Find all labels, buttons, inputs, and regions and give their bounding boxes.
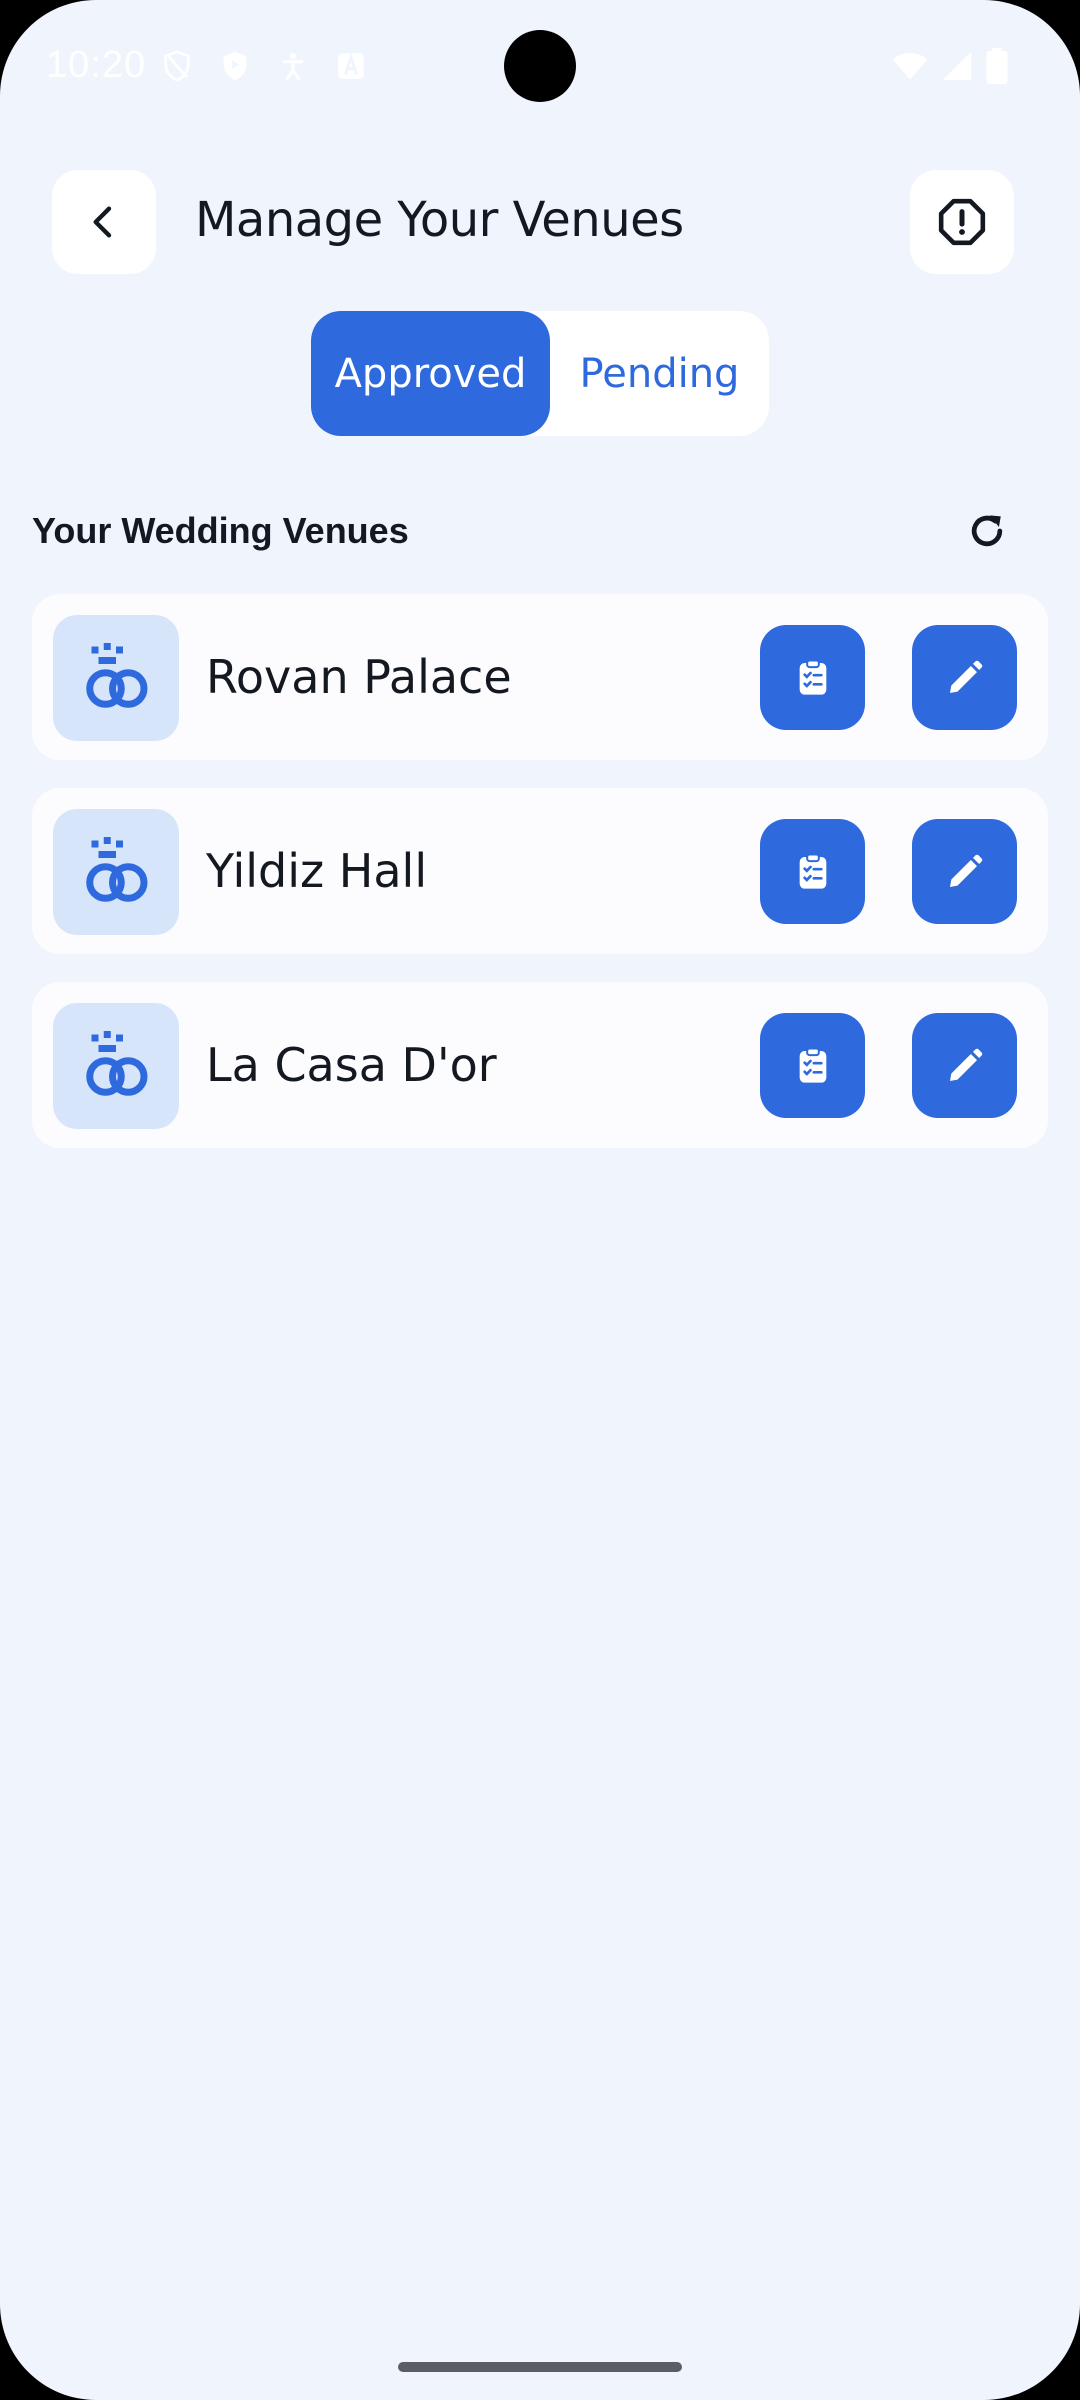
pencil-icon (949, 1048, 982, 1081)
tab-pending[interactable]: Pending (550, 311, 769, 436)
pencil-icon (949, 660, 982, 693)
page-title: Manage Your Venues (195, 192, 684, 248)
vpn-icon (164, 50, 190, 82)
tab-approved[interactable]: Approved (311, 311, 550, 436)
venue-thumbnail (53, 809, 179, 935)
venue-name: La Casa D'or (206, 1038, 497, 1092)
venue-details-button[interactable] (760, 1013, 865, 1118)
status-bar: 10:20 (0, 0, 1080, 135)
venue-card[interactable]: Yildiz Hall (32, 788, 1048, 954)
refresh-button[interactable] (964, 508, 1010, 554)
status-tabs: Approved Pending (311, 311, 769, 436)
shield-icon (223, 51, 247, 81)
chevron-left-icon (93, 206, 112, 238)
wedding-rings-icon (86, 837, 148, 902)
venue-card[interactable]: Rovan Palace (32, 594, 1048, 760)
clipboard-list-icon (799, 659, 826, 695)
edit-venue-button[interactable] (912, 625, 1017, 730)
accessibility-icon (282, 52, 304, 81)
report-button[interactable] (910, 170, 1014, 274)
venue-card[interactable]: La Casa D'or (32, 982, 1048, 1148)
camera-cutout (504, 30, 576, 102)
venue-name: Yildiz Hall (206, 844, 428, 898)
alert-octagon-icon (938, 198, 986, 246)
status-time: 10:20 (46, 44, 147, 86)
venue-thumbnail (53, 615, 179, 741)
venue-thumbnail (53, 1003, 179, 1129)
clipboard-list-icon (799, 853, 826, 889)
app-screen: 10:20 Manage Your Venues Approved Pendin… (0, 0, 1080, 2400)
clipboard-list-icon (799, 1047, 826, 1083)
font-icon (338, 53, 364, 79)
pencil-icon (949, 854, 982, 887)
refresh-icon (971, 515, 1003, 547)
venue-name: Rovan Palace (206, 650, 512, 704)
wedding-rings-icon (86, 1031, 148, 1096)
edit-venue-button[interactable] (912, 819, 1017, 924)
battery-icon (986, 48, 1008, 84)
wedding-rings-icon (86, 643, 148, 708)
venue-details-button[interactable] (760, 819, 865, 924)
back-button[interactable] (52, 170, 156, 274)
wifi-icon (892, 53, 928, 80)
edit-venue-button[interactable] (912, 1013, 1017, 1118)
home-indicator[interactable] (398, 2362, 682, 2372)
signal-icon (942, 51, 972, 81)
venue-details-button[interactable] (760, 625, 865, 730)
section-title: Your Wedding Venues (32, 510, 409, 551)
